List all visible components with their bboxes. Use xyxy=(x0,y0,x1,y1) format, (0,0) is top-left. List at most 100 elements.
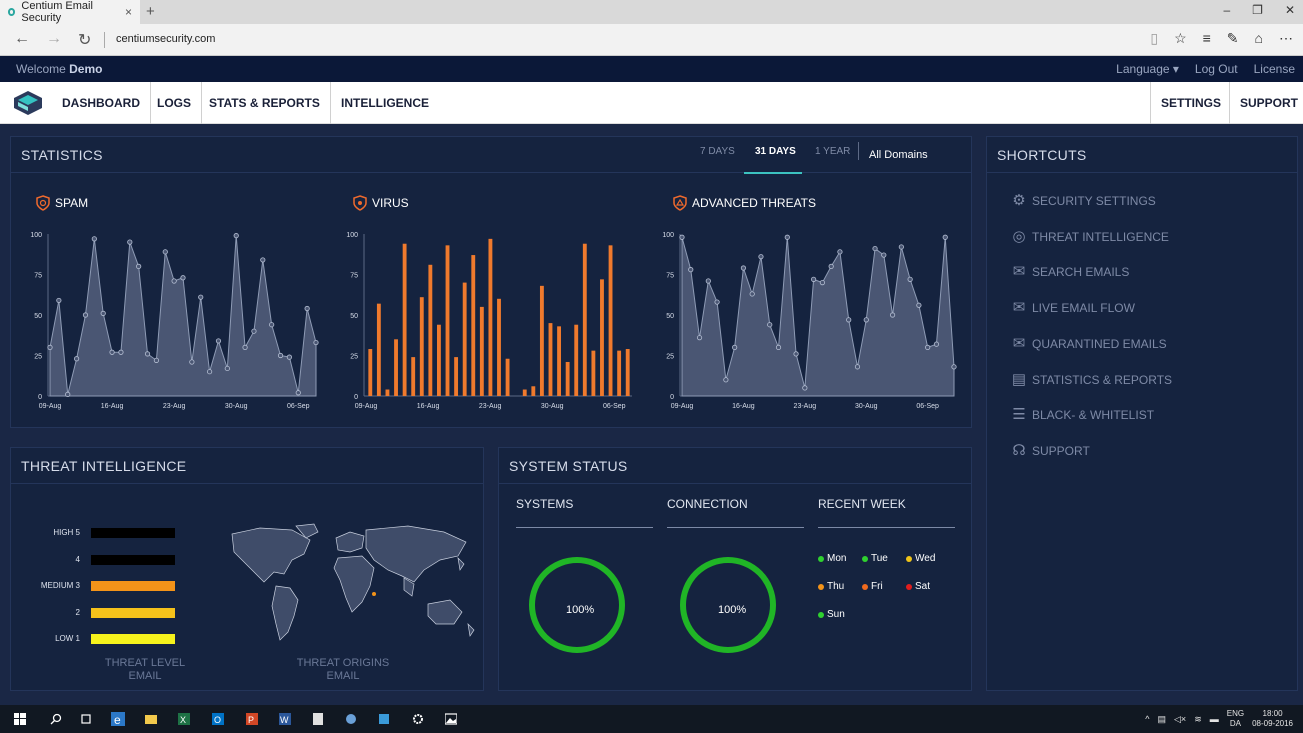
logout-link[interactable]: Log Out xyxy=(1195,62,1238,76)
shortcut-statistics-reports[interactable]: ▤ STATISTICS & REPORTS xyxy=(1010,371,1172,388)
data-point[interactable] xyxy=(933,341,940,347)
clock[interactable]: 18:00 08-09-2016 xyxy=(1252,709,1293,729)
favorite-star-icon[interactable]: ☆ xyxy=(1174,30,1187,47)
browser-tab[interactable]: Centium Email Security × xyxy=(0,0,140,24)
file-explorer-icon[interactable] xyxy=(145,713,157,725)
data-point[interactable] xyxy=(215,338,222,344)
data-point[interactable] xyxy=(696,335,703,341)
shortcut-search-emails[interactable]: ✉ SEARCH EMAILS xyxy=(1010,264,1130,280)
shortcut-black-whitelist[interactable]: ☰ BLACK- & WHITELIST xyxy=(1010,407,1154,423)
data-point[interactable] xyxy=(846,317,852,323)
data-point[interactable] xyxy=(56,297,62,304)
data-point[interactable] xyxy=(863,317,869,323)
data-point[interactable] xyxy=(758,254,764,260)
bar[interactable] xyxy=(411,357,416,396)
bar[interactable] xyxy=(462,282,467,396)
data-point[interactable] xyxy=(907,276,913,282)
bar[interactable] xyxy=(591,350,596,396)
data-point[interactable] xyxy=(109,349,115,355)
share-icon[interactable]: ⌂ xyxy=(1255,30,1263,47)
bar[interactable] xyxy=(376,303,381,396)
bar[interactable] xyxy=(505,358,510,396)
data-point[interactable] xyxy=(872,245,878,252)
data-point[interactable] xyxy=(740,265,747,271)
data-point[interactable] xyxy=(171,278,177,284)
windows-start-icon[interactable] xyxy=(14,713,26,725)
data-point[interactable] xyxy=(233,233,239,239)
bar[interactable] xyxy=(368,349,373,396)
bar[interactable] xyxy=(497,298,501,396)
wifi-icon[interactable]: ≋ xyxy=(1194,714,1202,725)
world-map[interactable] xyxy=(218,520,480,650)
bar[interactable] xyxy=(488,238,493,396)
license-link[interactable]: License xyxy=(1254,62,1295,76)
url-field[interactable]: centiumsecurity.com xyxy=(116,33,215,45)
tray-chevron-icon[interactable]: ^ xyxy=(1145,714,1149,724)
bar[interactable] xyxy=(548,323,553,396)
data-point[interactable] xyxy=(811,276,817,282)
search-icon[interactable] xyxy=(50,713,62,725)
domains-selector[interactable]: All Domains xyxy=(869,149,928,161)
data-point[interactable] xyxy=(144,351,151,357)
data-point[interactable] xyxy=(767,322,773,328)
data-point[interactable] xyxy=(881,252,887,258)
shortcut-threat-intelligence[interactable]: ◎ THREAT INTELLIGENCE xyxy=(1010,228,1168,245)
tray-network-icon[interactable]: ▤ xyxy=(1157,714,1166,725)
data-point[interactable] xyxy=(732,344,738,351)
data-point[interactable] xyxy=(73,356,80,362)
data-point[interactable] xyxy=(100,310,106,316)
data-point[interactable] xyxy=(82,312,89,318)
bar[interactable] xyxy=(454,357,459,396)
refresh-icon[interactable]: ↻ xyxy=(78,30,91,50)
bar[interactable] xyxy=(617,350,622,396)
app-icon[interactable] xyxy=(345,713,357,725)
data-point[interactable] xyxy=(705,278,711,284)
outlook-icon[interactable]: O xyxy=(212,713,224,725)
bar[interactable] xyxy=(625,349,630,396)
bar[interactable] xyxy=(582,243,587,396)
bar[interactable] xyxy=(557,326,561,396)
data-point[interactable] xyxy=(180,275,186,281)
shortcut-support[interactable]: ☊ SUPPORT xyxy=(1010,442,1089,459)
reading-view-icon[interactable]: ▯ xyxy=(1150,30,1158,47)
data-point[interactable] xyxy=(723,377,729,383)
forward-icon[interactable]: → xyxy=(46,30,62,48)
data-point[interactable] xyxy=(313,339,319,346)
data-point[interactable] xyxy=(224,365,230,372)
data-point[interactable] xyxy=(775,344,782,351)
bar[interactable] xyxy=(445,245,450,396)
photos-icon[interactable] xyxy=(445,713,457,725)
store-icon[interactable] xyxy=(378,713,390,725)
data-point[interactable] xyxy=(819,279,825,286)
data-point[interactable] xyxy=(260,257,266,263)
centium-logo-icon[interactable] xyxy=(14,91,42,115)
task-view-icon[interactable] xyxy=(80,713,92,725)
data-point[interactable] xyxy=(793,351,799,357)
data-point[interactable] xyxy=(286,354,292,360)
bar[interactable] xyxy=(600,279,604,396)
data-point[interactable] xyxy=(136,263,142,270)
web-note-icon[interactable]: ✎ xyxy=(1227,30,1239,47)
data-point[interactable] xyxy=(854,364,861,370)
bar[interactable] xyxy=(471,255,476,396)
data-point[interactable] xyxy=(714,299,720,305)
data-point[interactable] xyxy=(828,263,834,270)
range-7-days[interactable]: 7 DAYS xyxy=(700,146,735,157)
data-point[interactable] xyxy=(162,249,168,255)
restore-icon[interactable]: ❐ xyxy=(1252,3,1263,17)
language-dropdown[interactable]: Language ▾ xyxy=(1116,62,1179,76)
nav-logs[interactable]: LOGS xyxy=(147,82,203,124)
language-indicator[interactable]: ENG DA xyxy=(1227,709,1244,729)
data-point[interactable] xyxy=(269,322,275,328)
bar[interactable] xyxy=(539,285,544,396)
data-point[interactable] xyxy=(942,234,948,240)
data-point[interactable] xyxy=(837,249,843,255)
back-icon[interactable]: ← xyxy=(14,30,30,48)
bar[interactable] xyxy=(419,297,424,396)
shortcut-quarantined-emails[interactable]: ✉ QUARANTINED EMAILS xyxy=(1010,335,1167,352)
data-point[interactable] xyxy=(304,305,310,312)
excel-icon[interactable]: X xyxy=(178,713,190,725)
nav-intelligence[interactable]: INTELLIGENCE xyxy=(330,82,439,124)
powerpoint-icon[interactable]: P xyxy=(246,713,258,725)
data-point[interactable] xyxy=(802,385,808,391)
